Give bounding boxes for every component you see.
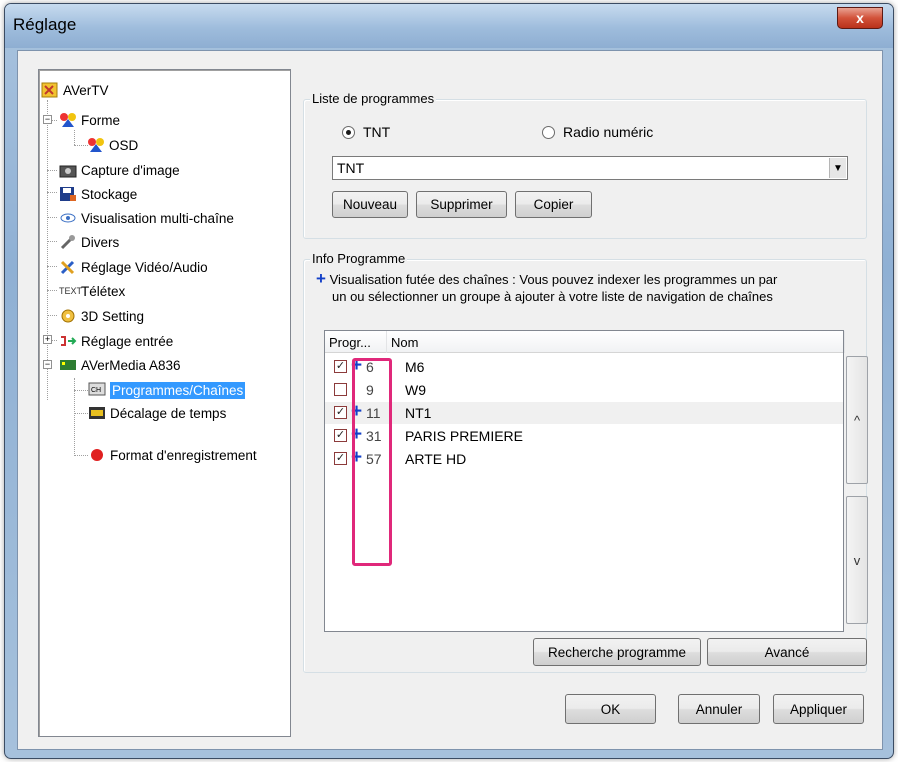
row-checkbox[interactable]: ✓ <box>334 406 347 419</box>
row-checkbox[interactable]: ✓ <box>334 360 347 373</box>
new-list-button[interactable]: Nouveau <box>332 191 408 218</box>
record-icon <box>88 447 106 463</box>
collapse-device-toggle[interactable]: − <box>43 360 52 369</box>
annotation-highlight <box>352 358 392 566</box>
title-bar[interactable]: Réglage x <box>5 4 893 48</box>
gear-3d-icon <box>59 308 77 324</box>
teletext-icon: TEXT <box>59 286 83 296</box>
eye-icon <box>59 210 77 226</box>
skin-icon <box>59 112 77 128</box>
table-row[interactable]: ✓ + 6 M6 <box>325 356 843 378</box>
table-row[interactable]: ✓ + 31 PARIS PREMIERE <box>325 425 843 447</box>
avertv-icon <box>41 82 59 98</box>
tree-item-teletext[interactable]: TEXT Télétex <box>59 280 125 302</box>
row-checkbox[interactable]: ✓ <box>334 452 347 465</box>
settings-tree: − + − AVerTV Forme OSD Capture d'image S… <box>38 69 291 737</box>
scan-programs-button[interactable]: Recherche programme <box>533 638 701 666</box>
apply-button[interactable]: Appliquer <box>773 694 864 724</box>
scroll-up-button[interactable]: ^ <box>846 356 868 484</box>
delete-list-button[interactable]: Supprimer <box>416 191 507 218</box>
program-list-group: Liste de programmes TNT Radio numéric TN… <box>303 91 867 239</box>
dialog-body: − + − AVerTV Forme OSD Capture d'image S… <box>17 50 883 750</box>
program-list-view: Progr... Nom ✓ + 6 M6 9 W9 ✓ + 11 NT1 ✓ … <box>324 330 845 632</box>
tree-item-device[interactable]: AVerMedia A836 <box>59 354 181 376</box>
column-name[interactable]: Nom <box>387 331 845 353</box>
tools-icon <box>59 259 77 275</box>
table-row[interactable]: ✓ + 11 NT1 <box>325 402 843 424</box>
wrench-icon <box>59 234 77 250</box>
tree-item-record-format[interactable]: Format d'enregistrement <box>88 444 257 466</box>
tree-item-programs[interactable]: CH Programmes/Chaînes <box>88 379 246 401</box>
add-plus-icon: + <box>316 269 326 288</box>
settings-window: Réglage x − + − AVerTV Forme OSD Capture… <box>4 3 894 759</box>
osd-icon <box>87 137 105 153</box>
tree-item-video-audio[interactable]: Réglage Vidéo/Audio <box>59 256 208 278</box>
program-info-group: Info Programme + Visualisation futée des… <box>303 251 868 673</box>
tree-item-input[interactable]: Réglage entrée <box>59 330 173 352</box>
tree-item-misc[interactable]: Divers <box>59 231 119 253</box>
channel-icon: CH <box>88 382 106 398</box>
tree-item-storage[interactable]: Stockage <box>59 183 137 205</box>
smart-view-hint: + Visualisation futée des chaînes : Vous… <box>316 269 778 304</box>
ok-button[interactable]: OK <box>565 694 656 724</box>
scroll-down-button[interactable]: v <box>846 496 868 624</box>
program-list-select[interactable]: TNT ▼ <box>332 156 848 180</box>
tree-item-avertv[interactable]: AVerTV <box>41 79 109 101</box>
program-info-title: Info Programme <box>310 251 408 266</box>
column-program[interactable]: Progr... <box>325 331 387 353</box>
svg-text:CH: CH <box>91 387 101 394</box>
program-list-title: Liste de programmes <box>310 91 437 106</box>
radio-tnt-dot <box>342 125 355 139</box>
expand-input-toggle[interactable]: + <box>43 335 52 344</box>
table-row[interactable]: ✓ + 57 ARTE HD <box>325 448 843 470</box>
chevron-down-icon[interactable]: ▼ <box>829 158 846 178</box>
advanced-button[interactable]: Avancé <box>707 638 867 666</box>
radio-digital-radio[interactable]: Radio numéric <box>542 124 653 140</box>
save-icon <box>59 186 77 202</box>
row-checkbox[interactable] <box>334 383 347 396</box>
timeshift-icon <box>88 405 106 421</box>
input-icon <box>59 333 77 349</box>
tree-item-capture[interactable]: Capture d'image <box>59 159 180 181</box>
table-row[interactable]: 9 W9 <box>325 379 843 401</box>
close-button[interactable]: x <box>837 7 883 29</box>
tree-item-3d[interactable]: 3D Setting <box>59 305 144 327</box>
cancel-button[interactable]: Annuler <box>678 694 760 724</box>
collapse-forme-toggle[interactable]: − <box>43 115 52 124</box>
radio-digital-dot <box>542 125 555 139</box>
camera-icon <box>59 162 77 178</box>
tree-item-osd[interactable]: OSD <box>87 134 138 156</box>
copy-list-button[interactable]: Copier <box>515 191 592 218</box>
radio-tnt[interactable]: TNT <box>342 124 390 140</box>
tree-item-forme[interactable]: Forme <box>59 109 120 131</box>
window-title: Réglage <box>13 15 77 34</box>
row-checkbox[interactable]: ✓ <box>334 429 347 442</box>
device-icon <box>59 357 77 373</box>
tree-item-multichannel[interactable]: Visualisation multi-chaîne <box>59 207 234 229</box>
list-header: Progr... Nom <box>325 331 845 353</box>
tree-item-timeshift[interactable]: Décalage de temps <box>88 402 226 424</box>
